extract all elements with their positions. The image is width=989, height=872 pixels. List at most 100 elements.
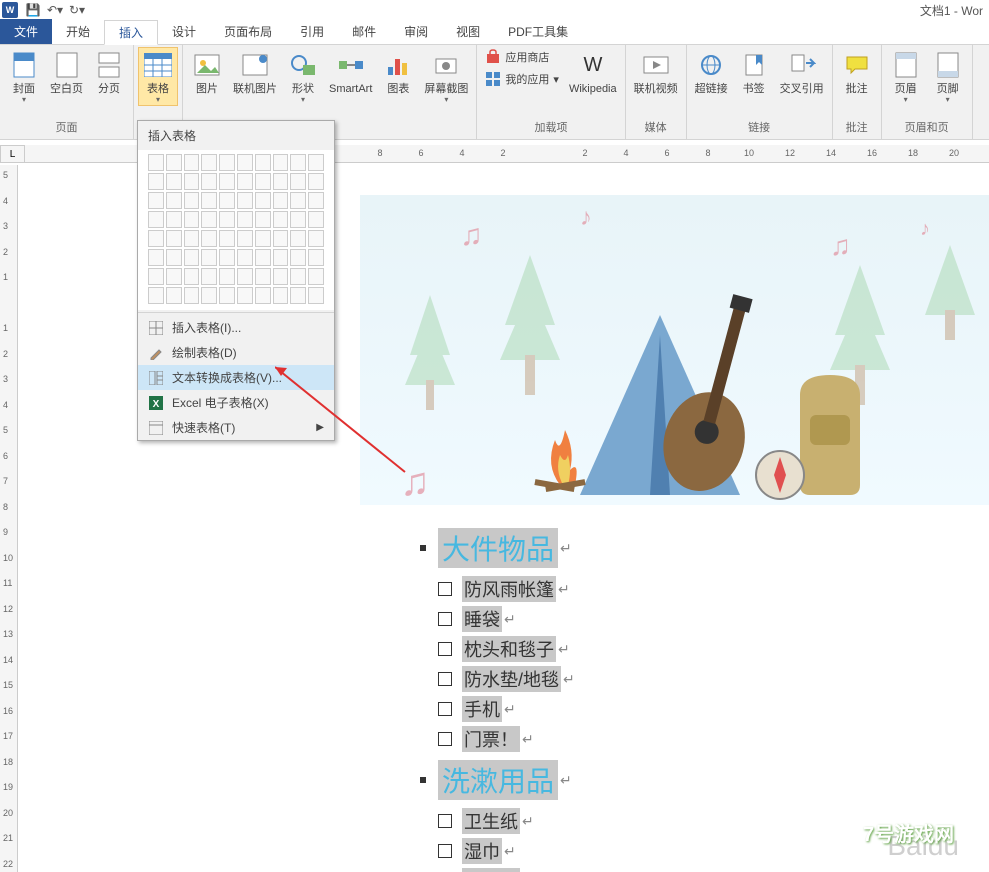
grid-cell[interactable] (166, 230, 182, 247)
tab-references[interactable]: 引用 (286, 19, 338, 44)
bookmark-button[interactable]: 书签 (734, 47, 774, 97)
grid-cell[interactable] (201, 287, 217, 304)
grid-cell[interactable] (201, 211, 217, 228)
header-button[interactable]: 页眉▾ (886, 47, 926, 106)
grid-cell[interactable] (237, 192, 253, 209)
footer-button[interactable]: 页脚▾ (928, 47, 968, 106)
wikipedia-button[interactable]: WWikipedia (565, 47, 621, 97)
heading-2[interactable]: 洗漱用品↵ (420, 760, 960, 800)
grid-cell[interactable] (184, 192, 200, 209)
tab-file[interactable]: 文件 (0, 19, 52, 44)
redo-button[interactable]: ↻▾ (66, 1, 88, 19)
grid-cell[interactable] (201, 154, 217, 171)
blank-page-button[interactable]: 空白页 (46, 47, 87, 97)
grid-cell[interactable] (148, 268, 164, 285)
checklist-item[interactable]: 防水垫/地毯↵ (438, 666, 960, 692)
grid-cell[interactable] (255, 268, 271, 285)
grid-cell[interactable] (308, 268, 324, 285)
grid-cell[interactable] (237, 268, 253, 285)
page[interactable]: ♫ ♪ ♫ ♪ ♫ (360, 195, 989, 872)
grid-cell[interactable] (273, 211, 289, 228)
draw-table-item[interactable]: 绘制表格(D) (138, 340, 334, 365)
grid-cell[interactable] (255, 249, 271, 266)
table-button[interactable]: 表格▾ (138, 47, 178, 106)
grid-cell[interactable] (255, 154, 271, 171)
checklist-item[interactable]: 洗手液↵ (438, 868, 960, 872)
grid-cell[interactable] (219, 154, 235, 171)
grid-cell[interactable] (290, 173, 306, 190)
grid-cell[interactable] (237, 230, 253, 247)
undo-button[interactable]: ↶▾ (44, 1, 66, 19)
grid-cell[interactable] (166, 192, 182, 209)
grid-cell[interactable] (255, 230, 271, 247)
tab-home[interactable]: 开始 (52, 19, 104, 44)
pictures-button[interactable]: 图片 (187, 47, 227, 97)
cover-page-button[interactable]: 封面▾ (4, 47, 44, 106)
smartart-button[interactable]: SmartArt (325, 47, 376, 97)
grid-cell[interactable] (219, 230, 235, 247)
myapps-button[interactable]: 我的应用 ▾ (481, 69, 563, 89)
grid-cell[interactable] (273, 249, 289, 266)
page-break-button[interactable]: 分页 (89, 47, 129, 97)
cross-reference-button[interactable]: 交叉引用 (776, 47, 828, 97)
grid-cell[interactable] (201, 230, 217, 247)
grid-cell[interactable] (237, 287, 253, 304)
grid-cell[interactable] (166, 249, 182, 266)
excel-table-item[interactable]: XExcel 电子表格(X) (138, 390, 334, 415)
grid-cell[interactable] (237, 211, 253, 228)
grid-cell[interactable] (237, 249, 253, 266)
grid-cell[interactable] (219, 173, 235, 190)
checklist-item[interactable]: 睡袋↵ (438, 606, 960, 632)
grid-cell[interactable] (290, 230, 306, 247)
store-button[interactable]: 应用商店 (481, 47, 553, 67)
grid-cell[interactable] (184, 268, 200, 285)
tab-insert[interactable]: 插入 (104, 20, 158, 45)
checklist-item[interactable]: 门票！↵ (438, 726, 960, 752)
grid-cell[interactable] (148, 249, 164, 266)
grid-cell[interactable] (201, 192, 217, 209)
grid-cell[interactable] (290, 211, 306, 228)
grid-cell[interactable] (201, 249, 217, 266)
comment-button[interactable]: 批注 (837, 47, 877, 97)
checklist-item[interactable]: 手机↵ (438, 696, 960, 722)
grid-cell[interactable] (273, 268, 289, 285)
grid-cell[interactable] (308, 154, 324, 171)
grid-cell[interactable] (237, 154, 253, 171)
document-content[interactable]: 大件物品↵ 防风雨帐篷↵睡袋↵枕头和毯子↵防水垫/地毯↵手机↵门票！↵ 洗漱用品… (360, 510, 989, 872)
checklist-item[interactable]: 枕头和毯子↵ (438, 636, 960, 662)
grid-cell[interactable] (290, 268, 306, 285)
grid-cell[interactable] (219, 249, 235, 266)
grid-cell[interactable] (255, 287, 271, 304)
grid-cell[interactable] (290, 249, 306, 266)
insert-table-item[interactable]: 插入表格(I)... (138, 315, 334, 340)
grid-cell[interactable] (148, 230, 164, 247)
grid-cell[interactable] (166, 173, 182, 190)
grid-cell[interactable] (273, 287, 289, 304)
online-video-button[interactable]: 联机视频 (630, 47, 682, 97)
tab-view[interactable]: 视图 (442, 19, 494, 44)
grid-cell[interactable] (148, 192, 164, 209)
grid-cell[interactable] (273, 230, 289, 247)
grid-cell[interactable] (148, 173, 164, 190)
tab-mailings[interactable]: 邮件 (338, 19, 390, 44)
grid-cell[interactable] (148, 154, 164, 171)
grid-cell[interactable] (290, 287, 306, 304)
grid-cell[interactable] (308, 287, 324, 304)
grid-cell[interactable] (166, 287, 182, 304)
grid-cell[interactable] (308, 230, 324, 247)
hyperlink-button[interactable]: 超链接 (691, 47, 732, 97)
checklist-item[interactable]: 卫生纸↵ (438, 808, 960, 834)
grid-cell[interactable] (290, 154, 306, 171)
grid-cell[interactable] (201, 268, 217, 285)
grid-cell[interactable] (255, 211, 271, 228)
grid-cell[interactable] (166, 268, 182, 285)
grid-cell[interactable] (184, 154, 200, 171)
chart-button[interactable]: 图表 (378, 47, 418, 97)
grid-cell[interactable] (237, 173, 253, 190)
grid-cell[interactable] (308, 211, 324, 228)
grid-cell[interactable] (308, 173, 324, 190)
grid-cell[interactable] (308, 192, 324, 209)
checklist-item[interactable]: 防风雨帐篷↵ (438, 576, 960, 602)
tab-layout[interactable]: 页面布局 (210, 19, 286, 44)
grid-cell[interactable] (273, 154, 289, 171)
